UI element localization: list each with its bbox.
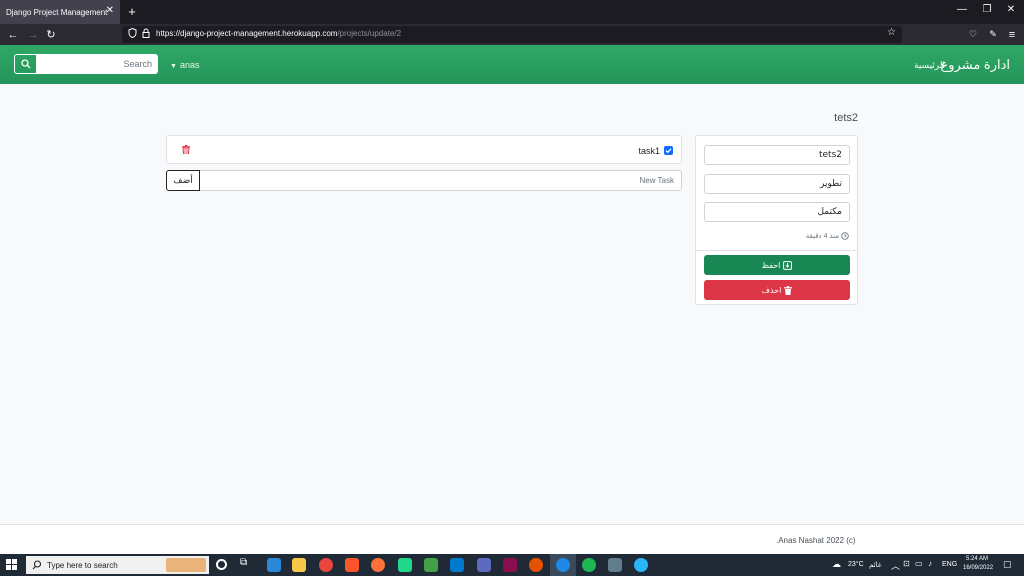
- browser-tab-title: Django Project Management: [6, 7, 108, 17]
- clock-time: 5:24 AM: [966, 556, 989, 562]
- menu-icon[interactable]: ≡: [1004, 27, 1020, 42]
- project-status-field[interactable]: [704, 202, 850, 222]
- clock-icon: [841, 232, 849, 240]
- task-view-icon[interactable]: ⧉: [240, 557, 254, 571]
- save-icon: [783, 260, 793, 270]
- close-tab-icon[interactable]: ✕: [106, 5, 114, 16]
- user-name: anas: [179, 60, 200, 70]
- save-label: احفظ: [761, 260, 781, 270]
- taskbar-search-box[interactable]: Type here to search: [26, 556, 209, 574]
- app-navbar: ادارة مشروع الرئيسية ▼ anas: [0, 45, 1024, 84]
- taskbar-search-text: Type here to search: [47, 561, 118, 570]
- cloud-icon[interactable]: ☁: [832, 559, 841, 570]
- search-icon: [32, 560, 42, 570]
- page-title: tets2: [834, 112, 858, 124]
- browser-tab[interactable]: Django Project Management ✕: [0, 0, 120, 24]
- cortana-icon[interactable]: [216, 559, 227, 570]
- brand-link[interactable]: ادارة مشروع: [941, 57, 1010, 73]
- delete-label: احذف: [761, 285, 782, 295]
- new-tab-icon[interactable]: +: [124, 3, 140, 19]
- save-button[interactable]: احفظ: [704, 255, 850, 275]
- browser-toolbar: ← → ↻ https://django-project-management.…: [0, 24, 1024, 45]
- new-task-form: أضف: [166, 170, 682, 191]
- reload-icon[interactable]: ↻: [43, 27, 59, 42]
- extensions-icon[interactable]: ✎: [985, 27, 1001, 42]
- search-button[interactable]: [14, 54, 37, 74]
- trash-icon: [182, 145, 190, 155]
- search-form: [14, 54, 158, 74]
- delete-button[interactable]: احذف: [704, 280, 850, 300]
- url-text: https://django-project-management.heroku…: [156, 29, 402, 38]
- delete-task-button[interactable]: [182, 145, 190, 157]
- firefox-icon[interactable]: [371, 558, 385, 572]
- weather-temp: 23°C: [848, 561, 864, 568]
- caret-down-icon: ▼: [170, 63, 177, 70]
- task-item: task1: [166, 135, 682, 164]
- lock-icon: [142, 28, 150, 38]
- app-icon-generic-2[interactable]: [503, 558, 517, 572]
- minimize-icon[interactable]: —: [954, 4, 970, 15]
- project-category-field[interactable]: [704, 174, 850, 194]
- page-footer: .Anas Nashat 2022 (c): [0, 524, 1024, 554]
- language-indicator[interactable]: ENG: [942, 561, 957, 568]
- app-icon-generic-3[interactable]: [529, 558, 543, 572]
- project-edit-card: منذ 4 دقيقة احفظ احذف: [695, 135, 858, 305]
- chevron-up-icon[interactable]: ︿: [891, 559, 900, 572]
- time-ago-text: منذ 4 دقيقة: [805, 233, 839, 240]
- new-task-input[interactable]: [200, 170, 682, 191]
- trash-icon: [784, 285, 793, 295]
- spotify-icon[interactable]: [582, 558, 596, 572]
- last-updated: منذ 4 دقيقة: [806, 232, 849, 240]
- bookmark-star-icon[interactable]: ☆: [887, 27, 896, 38]
- search-input[interactable]: [37, 54, 158, 74]
- close-window-icon[interactable]: ✕: [1003, 4, 1019, 15]
- task-done-checkbox[interactable]: [664, 146, 673, 155]
- user-dropdown[interactable]: ▼ anas: [170, 60, 199, 70]
- back-icon[interactable]: ←: [5, 27, 21, 42]
- check-icon: [665, 148, 672, 154]
- snipping-tool-icon[interactable]: [608, 558, 622, 572]
- windows-start-icon[interactable]: [6, 559, 18, 571]
- project-name-field[interactable]: [704, 145, 850, 165]
- address-bar[interactable]: https://django-project-management.heroku…: [122, 26, 902, 43]
- firefox-dev-icon[interactable]: [556, 558, 570, 572]
- file-explorer-icon[interactable]: [292, 558, 306, 572]
- chrome-icon[interactable]: [319, 558, 333, 572]
- mail-app-icon[interactable]: [267, 558, 281, 572]
- weather-label: غائم: [869, 561, 882, 569]
- brave-icon[interactable]: [345, 558, 359, 572]
- os-taskbar: Type here to search ⧉ ☁ 23°C غائم ︿ ⊡ ▭ …: [0, 554, 1024, 576]
- add-task-button[interactable]: أضف: [166, 170, 200, 191]
- home-link[interactable]: الرئيسية: [914, 60, 945, 71]
- task-label: task1: [638, 146, 660, 156]
- footer-copyright: .Anas Nashat 2022 (c): [776, 536, 856, 545]
- volume-icon[interactable]: ♪: [928, 559, 932, 568]
- vscode-icon[interactable]: [450, 558, 464, 572]
- card-divider: [696, 250, 857, 251]
- browser-tabbar: Django Project Management ✕ + — ❐ ✕: [0, 0, 1024, 24]
- network-icon[interactable]: ⊡: [903, 559, 910, 568]
- notification-icon[interactable]: ▢: [1003, 559, 1012, 570]
- app-icon-generic[interactable]: [477, 558, 491, 572]
- search-highlight-image: [166, 558, 206, 572]
- search-icon: [20, 59, 30, 69]
- clock-date: 16/09/2022: [963, 565, 994, 571]
- telegram-icon[interactable]: [634, 558, 648, 572]
- shield-icon: [128, 28, 137, 38]
- pocket-icon[interactable]: ♡: [965, 27, 981, 42]
- terminal-app-icon[interactable]: [424, 558, 438, 572]
- restore-icon[interactable]: ❐: [979, 4, 995, 15]
- battery-icon[interactable]: ▭: [915, 559, 923, 568]
- pycharm-icon[interactable]: [398, 558, 412, 572]
- forward-icon[interactable]: →: [25, 27, 41, 42]
